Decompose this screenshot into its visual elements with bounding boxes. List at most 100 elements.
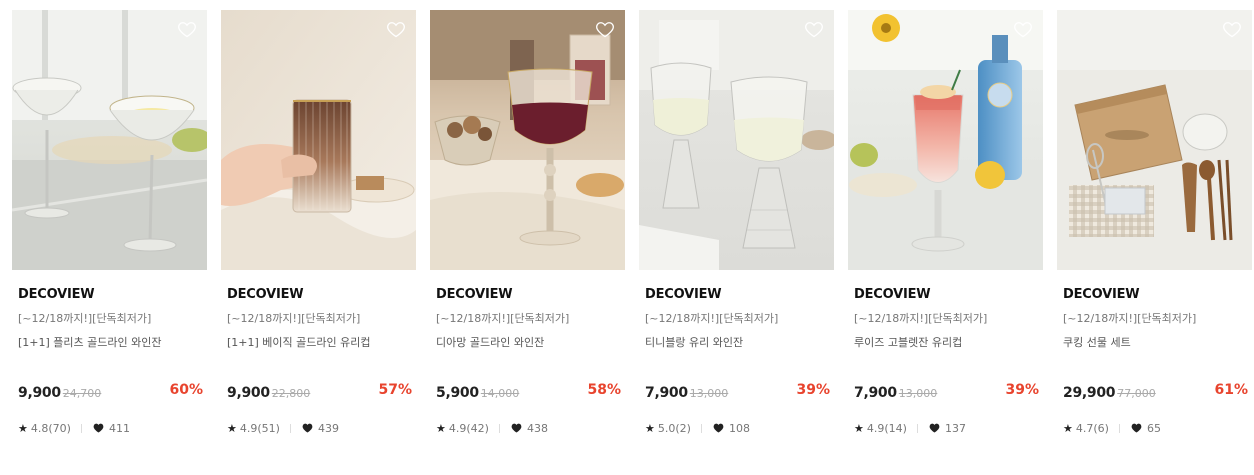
product-brand[interactable]: DECOVIEW xyxy=(12,287,207,303)
red-wine-glass-image xyxy=(430,10,625,270)
product-image[interactable] xyxy=(430,10,625,270)
sale-price: 7,900 xyxy=(645,385,688,401)
product-name[interactable]: [1+1] 플리츠 골드라인 와인잔 xyxy=(12,336,207,350)
white-wine-glasses-image xyxy=(639,10,834,270)
original-price: 13,000 xyxy=(898,387,938,400)
original-price: 24,700 xyxy=(62,387,102,400)
product-image[interactable] xyxy=(848,10,1043,270)
coupe-glasses-image xyxy=(12,10,207,270)
product-brand[interactable]: DECOVIEW xyxy=(848,287,1043,303)
product-name[interactable]: 쿠킹 선물 세트 xyxy=(1057,336,1252,350)
product-promo[interactable]: [~12/18까지!][단독최저가] xyxy=(12,312,207,326)
price-row: 5,900 14,000 58% xyxy=(430,382,625,401)
meta-row: ★ 4.9(51) 439 xyxy=(221,421,416,435)
original-price: 13,000 xyxy=(689,387,729,400)
sale-price: 5,900 xyxy=(436,385,479,401)
wishlist-heart-icon[interactable] xyxy=(386,19,406,39)
product-promo[interactable]: [~12/18까지!][단독최저가] xyxy=(221,312,416,326)
like-heart-icon xyxy=(1131,423,1142,433)
product-grid: DECOVIEW [~12/18까지!][단독최저가] [1+1] 플리츠 골드… xyxy=(12,10,1252,435)
like-count: 108 xyxy=(728,421,750,435)
product-image[interactable] xyxy=(1057,10,1252,270)
pink-cocktail-goblet-image xyxy=(848,10,1043,270)
product-card[interactable]: DECOVIEW [~12/18까지!][단독최저가] 쿠킹 선물 세트 29,… xyxy=(1057,10,1252,435)
like-count: 65 xyxy=(1146,421,1161,435)
divider xyxy=(289,423,291,433)
discount-rate: 39% xyxy=(796,382,830,398)
price-row: 7,900 13,000 39% xyxy=(639,382,834,401)
like-count: 438 xyxy=(526,421,548,435)
rating: 4.7(6) xyxy=(1075,421,1109,435)
like-heart-icon xyxy=(511,423,522,433)
sale-price: 29,900 xyxy=(1063,385,1116,401)
discount-rate: 39% xyxy=(1005,382,1039,398)
star-icon: ★ xyxy=(1063,421,1073,435)
product-card[interactable]: DECOVIEW [~12/18까지!][단독최저가] 디아망 골드라인 와인잔… xyxy=(430,10,625,435)
product-brand[interactable]: DECOVIEW xyxy=(1057,287,1252,303)
product-name[interactable]: 루이즈 고블렛잔 유리컵 xyxy=(848,336,1043,350)
divider xyxy=(916,423,918,433)
product-promo[interactable]: [~12/18까지!][단독최저가] xyxy=(848,312,1043,326)
price-row: 7,900 13,000 39% xyxy=(848,382,1043,401)
wishlist-heart-icon[interactable] xyxy=(804,19,824,39)
meta-row: ★ 4.7(6) 65 xyxy=(1057,421,1252,435)
product-promo[interactable]: [~12/18까지!][단독최저가] xyxy=(430,312,625,326)
rating: 5.0(2) xyxy=(657,421,691,435)
star-icon: ★ xyxy=(645,421,655,435)
meta-row: ★ 4.8(70) 411 xyxy=(12,421,207,435)
product-brand[interactable]: DECOVIEW xyxy=(221,287,416,303)
meta-row: ★ 4.9(42) 438 xyxy=(430,421,625,435)
like-heart-icon xyxy=(302,423,313,433)
original-price: 22,800 xyxy=(271,387,311,400)
product-brand[interactable]: DECOVIEW xyxy=(430,287,625,303)
product-image[interactable] xyxy=(221,10,416,270)
hand-holding-glass-image xyxy=(221,10,416,270)
price-row: 9,900 24,700 60% xyxy=(12,382,207,401)
divider xyxy=(700,423,702,433)
product-image[interactable] xyxy=(639,10,834,270)
like-heart-icon xyxy=(713,423,724,433)
product-promo[interactable]: [~12/18까지!][단독최저가] xyxy=(639,312,834,326)
like-count: 439 xyxy=(317,421,339,435)
sale-price: 7,900 xyxy=(854,385,897,401)
wishlist-heart-icon[interactable] xyxy=(595,19,615,39)
product-card[interactable]: DECOVIEW [~12/18까지!][단독최저가] [1+1] 베이직 골드… xyxy=(221,10,416,435)
wishlist-heart-icon[interactable] xyxy=(1013,19,1033,39)
like-count: 411 xyxy=(108,421,130,435)
meta-row: ★ 5.0(2) 108 xyxy=(639,421,834,435)
discount-rate: 61% xyxy=(1214,382,1248,398)
star-icon: ★ xyxy=(854,421,864,435)
discount-rate: 58% xyxy=(587,382,621,398)
star-icon: ★ xyxy=(227,421,237,435)
meta-row: ★ 4.9(14) 137 xyxy=(848,421,1043,435)
product-name[interactable]: 티니블랑 유리 와인잔 xyxy=(639,336,834,350)
product-name[interactable]: 디아망 골드라인 와인잔 xyxy=(430,336,625,350)
product-card[interactable]: DECOVIEW [~12/18까지!][단독최저가] 티니블랑 유리 와인잔 … xyxy=(639,10,834,435)
price-row: 29,900 77,000 61% xyxy=(1057,382,1252,401)
product-image[interactable] xyxy=(12,10,207,270)
wishlist-heart-icon[interactable] xyxy=(1222,19,1242,39)
rating: 4.9(14) xyxy=(866,421,907,435)
star-icon: ★ xyxy=(18,421,28,435)
rating: 4.9(51) xyxy=(239,421,280,435)
divider xyxy=(1118,423,1120,433)
star-icon: ★ xyxy=(436,421,446,435)
divider xyxy=(498,423,500,433)
divider xyxy=(80,423,82,433)
product-card[interactable]: DECOVIEW [~12/18까지!][단독최저가] [1+1] 플리츠 골드… xyxy=(12,10,207,435)
like-heart-icon xyxy=(93,423,104,433)
rating: 4.9(42) xyxy=(448,421,489,435)
like-count: 137 xyxy=(944,421,966,435)
product-promo[interactable]: [~12/18까지!][단독최저가] xyxy=(1057,312,1252,326)
cooking-gift-set-image xyxy=(1057,10,1252,270)
product-brand[interactable]: DECOVIEW xyxy=(639,287,834,303)
discount-rate: 60% xyxy=(169,382,203,398)
sale-price: 9,900 xyxy=(227,385,270,401)
original-price: 77,000 xyxy=(1117,387,1156,400)
rating: 4.8(70) xyxy=(30,421,71,435)
product-card[interactable]: DECOVIEW [~12/18까지!][단독최저가] 루이즈 고블렛잔 유리컵… xyxy=(848,10,1043,435)
like-heart-icon xyxy=(929,423,940,433)
wishlist-heart-icon[interactable] xyxy=(177,19,197,39)
original-price: 14,000 xyxy=(480,387,520,400)
product-name[interactable]: [1+1] 베이직 골드라인 유리컵 xyxy=(221,336,416,350)
